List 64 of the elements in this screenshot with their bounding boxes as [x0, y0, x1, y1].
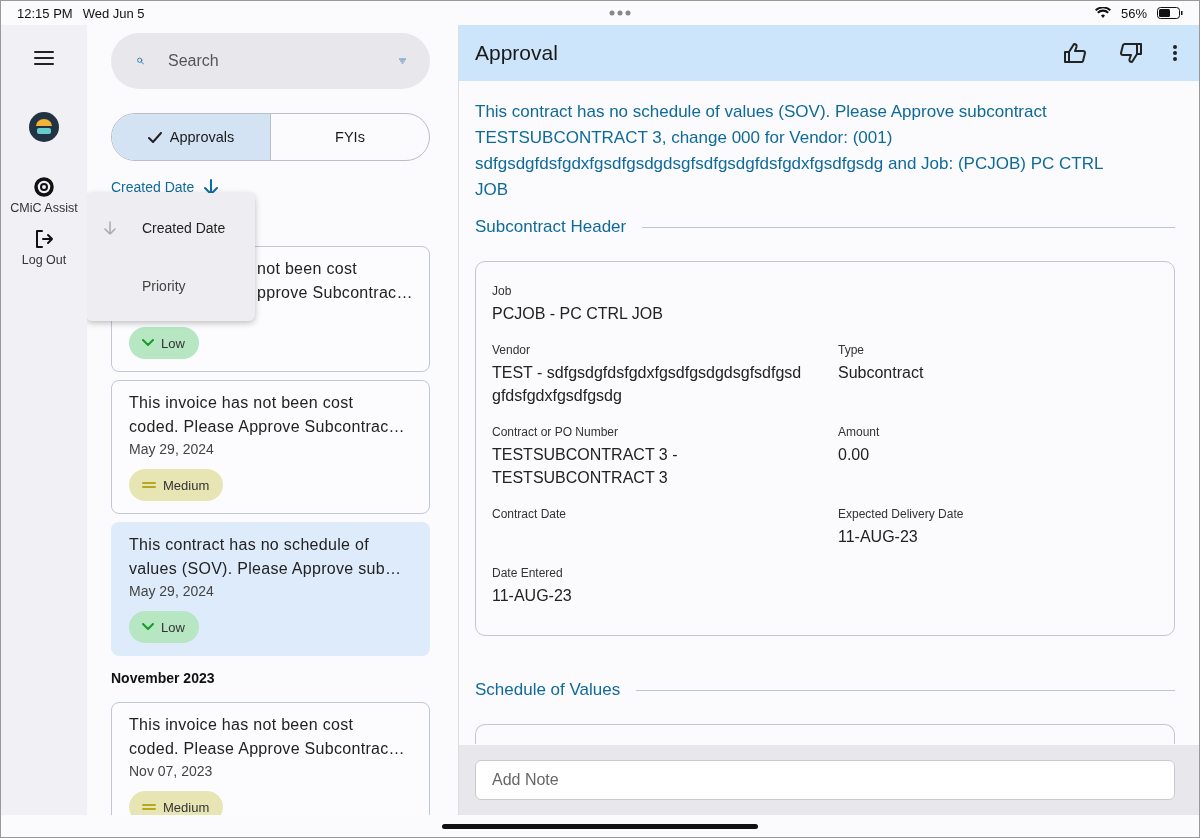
field-value: TEST - sdfgsdgfdsfgdxfgsdfgsdgdsgfsdfgsd gfdsfgdxfgsdfgsdg [492, 363, 803, 406]
card-date: May 29, 2024 [129, 583, 215, 599]
approval-card[interactable]: This contract has no schedule of values (SOV). Please Approve sub… May 29, 2024 Low [111, 522, 430, 656]
approval-card[interactable]: This invoice has not been cost coded. Please Approve Subcontrac… Nov 07, 2023 Medium [111, 702, 430, 815]
note-field[interactable]: Add Note [475, 760, 1175, 800]
field-label: Date Entered [492, 566, 564, 580]
field-value: PCJOB - PC CTRL JOB [492, 304, 664, 324]
detail-title: Approval [475, 41, 559, 65]
priority-badge: Medium [129, 791, 224, 815]
multitask-dots-icon[interactable] [608, 10, 631, 16]
battery-percent: 56% [1120, 5, 1147, 21]
thumbs-up-icon [1063, 42, 1087, 64]
search-field[interactable]: Search [166, 51, 377, 71]
card-date: Nov 07, 2023 [129, 763, 214, 779]
card-text: This invoice has not been cost [129, 393, 354, 413]
arrow-down-icon [104, 221, 116, 235]
card-text: coded. Please Approve Subcontrac… [129, 417, 405, 437]
arrow-down-icon [204, 179, 219, 195]
status-date: Wed Jun 5 [82, 5, 145, 21]
section-title: Subcontract Header [475, 217, 627, 237]
sort-button[interactable]: Created Date [111, 179, 219, 195]
card-text: not been cost [257, 259, 357, 279]
field-value: 11-AUG-23 [492, 586, 573, 606]
avatar-icon[interactable] [28, 111, 60, 143]
status-time: 12:15 PM [17, 5, 73, 21]
card-date: May 29, 2024 [129, 441, 215, 457]
priority-badge: Low [129, 611, 199, 643]
field-value: Subcontract [838, 363, 925, 383]
card-text: values (SOV). Please Approve sub… [129, 559, 402, 579]
logout-icon [34, 229, 54, 249]
home-indicator[interactable] [442, 823, 758, 829]
priority-badge: Medium [129, 469, 224, 501]
segment-tab[interactable]: Approvals [112, 114, 271, 160]
equals-icon [142, 481, 156, 489]
field-value: 0.00 [838, 445, 871, 465]
battery-icon [1157, 7, 1183, 19]
logout-button[interactable]: Log Out [21, 229, 67, 267]
sort-menu-item[interactable]: Created Date [87, 208, 255, 248]
field-label: Vendor [492, 343, 532, 357]
field-label: Contract or PO Number [492, 425, 620, 439]
assist-button[interactable]: CMiC Assist [10, 177, 78, 215]
field-value: TESTSUBCONTRACT 3 - TESTSUBCONTRACT 3 [492, 445, 679, 488]
equals-icon [142, 803, 156, 811]
approval-message: This contract has no schedule of values (SOV). Please Approve subcontract TESTSUBCONTRACT 3, change 000 for Vendor: (001) sdfgsdgfdsfgdxfgsdfgsdgdsgfsdfgsdgfdsfgdxfgsdfgsdg and Job: (PCJOB) PC CTRL JOB [475, 101, 1104, 201]
field-label: Type [838, 343, 865, 357]
card-text: pprove Subcontrac… [257, 283, 413, 303]
field-label: Amount [838, 425, 881, 439]
priority-badge: Low [129, 327, 199, 359]
check-icon [147, 131, 162, 143]
field-label: Job [492, 284, 513, 298]
thumbs-down-icon [1119, 42, 1143, 64]
wifi-icon [1094, 7, 1111, 19]
chevron-down-icon [142, 623, 154, 631]
card-text: This invoice has not been cost [129, 715, 354, 735]
field-value: 11-AUG-23 [838, 527, 919, 547]
approval-card[interactable]: This invoice has not been cost coded. Please Approve Subcontrac… May 29, 2024 Medium [111, 380, 430, 514]
chevron-down-icon [142, 339, 154, 347]
section-title: Schedule of Values [475, 680, 621, 700]
group-heading: November 2023 [111, 670, 216, 686]
field-label: Expected Delivery Date [838, 507, 965, 521]
card-text: This contract has no schedule of [129, 535, 369, 555]
segment-tab[interactable]: FYIs [271, 114, 429, 160]
card-text: coded. Please Approve Subcontrac… [129, 739, 405, 759]
field-label: Contract Date [492, 507, 568, 521]
